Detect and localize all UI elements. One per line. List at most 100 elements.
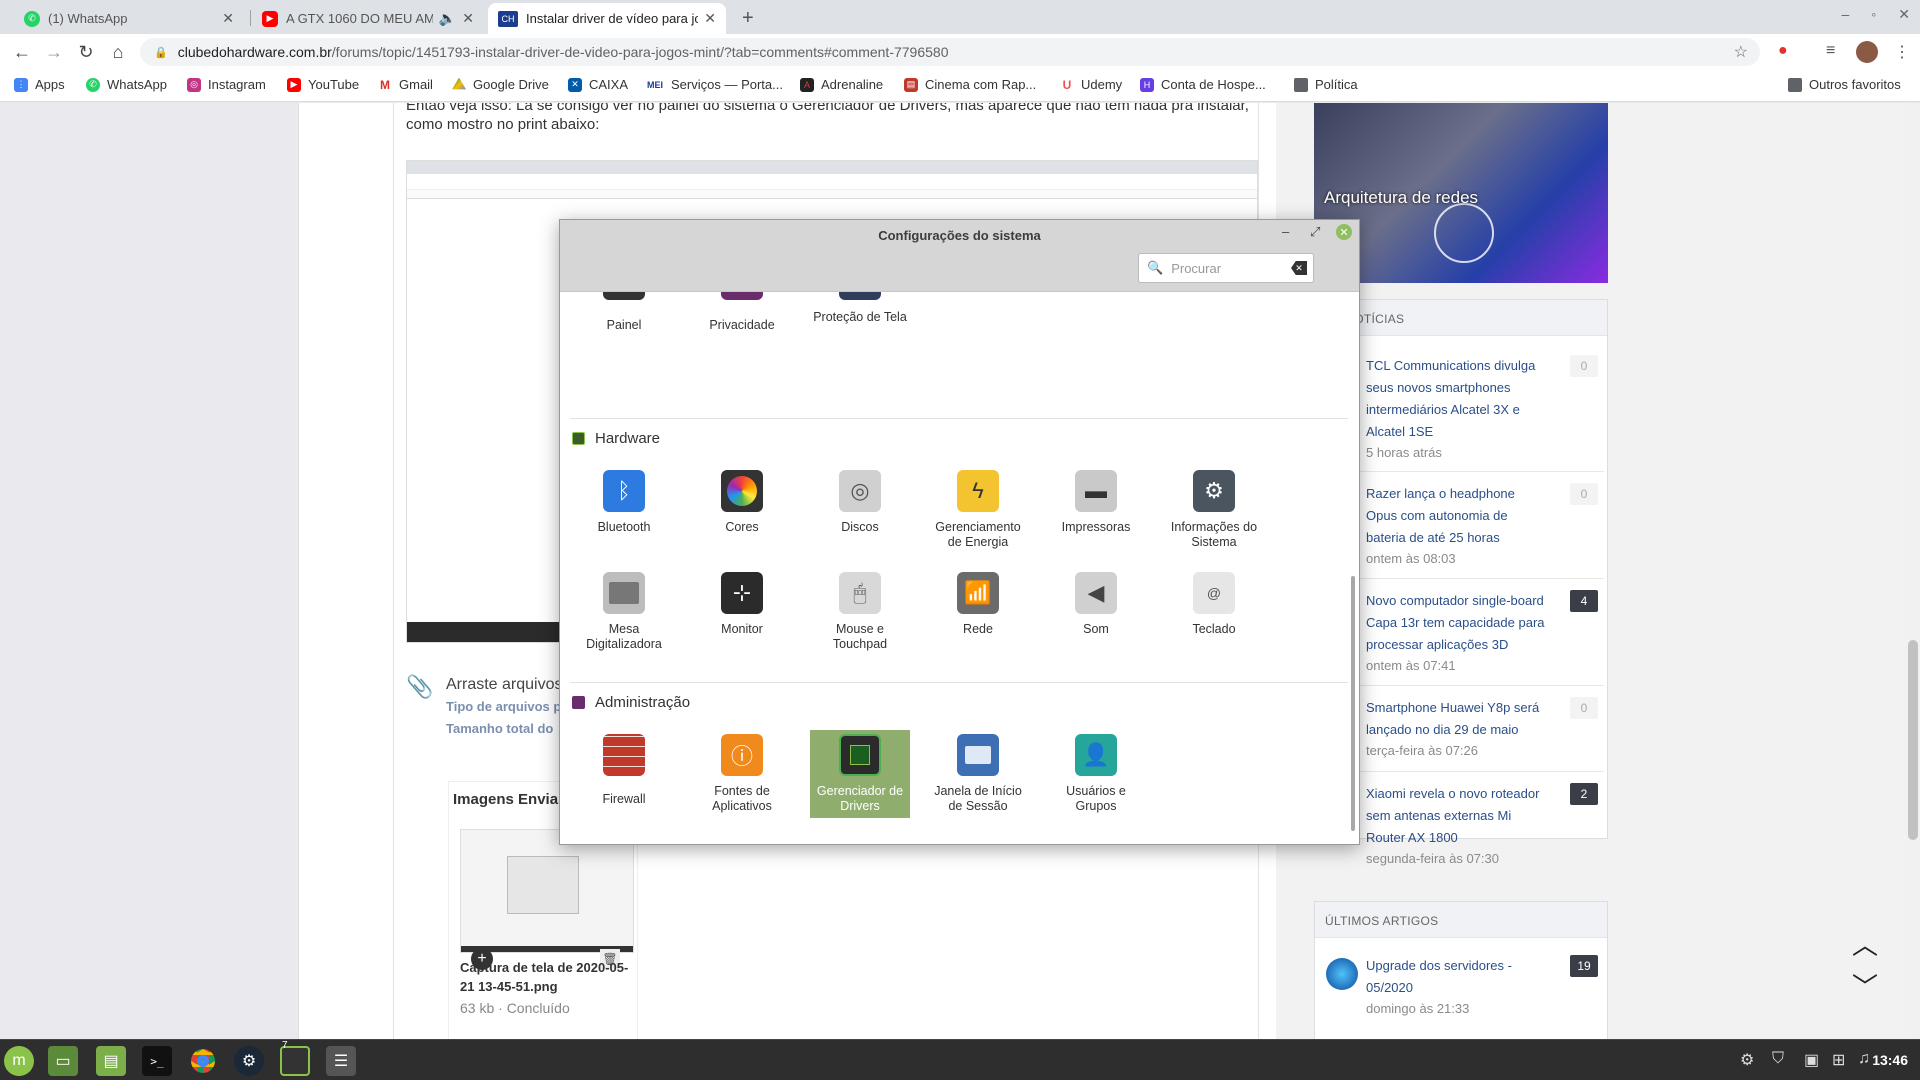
article-author-avatar[interactable] <box>1326 958 1358 990</box>
clock[interactable]: 13:46 <box>1872 1052 1908 1068</box>
news-item[interactable]: Xiaomi revela o novo roteador sem antena… <box>1366 783 1546 869</box>
whatsapp-icon: ✆ <box>24 10 40 27</box>
page-scrollbar[interactable] <box>1906 103 1920 1039</box>
settings-item-gerenciador-de-drivers[interactable]: Gerenciador de Drivers <box>810 730 910 818</box>
address-bar[interactable]: 🔒 clubedohardware.com.br/forums/topic/14… <box>140 38 1760 66</box>
bookmark-adrenaline[interactable]: A Adrenaline <box>800 77 883 92</box>
settings-item-rede[interactable]: 📶 Rede <box>928 572 1028 637</box>
back-icon[interactable]: ← <box>10 40 34 64</box>
mei-icon: MEI <box>646 77 664 92</box>
settings-item-mesa-digitalizadora[interactable]: Mesa Digitalizadora <box>574 572 674 652</box>
settings-item-impressoras[interactable]: ▬ Impressoras <box>1046 470 1146 535</box>
bookmark-apps[interactable]: ⋮ Apps <box>14 77 65 92</box>
avatar[interactable] <box>1856 41 1878 63</box>
bookmark-whatsapp[interactable]: ✆ WhatsApp <box>86 77 167 92</box>
scroll-bottom-icon[interactable]: ﹀ <box>1852 967 1878 1004</box>
news-item[interactable]: Razer lança o headphone Opus com autonom… <box>1366 483 1546 569</box>
close-icon[interactable]: ✕ <box>222 10 234 27</box>
menu-icon[interactable]: ⋮ <box>1894 42 1910 62</box>
news-item[interactable]: TCL Communications divulga seus novos sm… <box>1366 355 1546 463</box>
news-item[interactable]: Novo computador single-board Capa 13r te… <box>1366 590 1546 676</box>
minimize-icon[interactable]: – <box>1282 224 1289 239</box>
close-icon[interactable]: ✕ <box>1898 6 1910 23</box>
bookmark-servicos[interactable]: MEI Serviços — Porta... <box>646 77 783 92</box>
uploaded-file-meta: 63 kb · Concluído <box>460 1000 570 1016</box>
bookmark-cinema[interactable]: ▤ Cinema com Rap... <box>904 77 1036 92</box>
clapperboard-icon: ▤ <box>904 77 918 92</box>
speaker-icon[interactable]: 🔈 <box>439 10 456 27</box>
forward-icon[interactable]: → <box>42 40 66 64</box>
settings-item-monitor[interactable]: ⊹ Monitor <box>692 572 792 637</box>
tab-youtube[interactable]: ▶ A GTX 1060 DO MEU AMIGO 🔈 ✕ <box>252 3 484 34</box>
comment-count: 4 <box>1570 590 1598 612</box>
search-input[interactable]: 🔍 Procurar ✕ <box>1138 253 1314 283</box>
bookmark-google-drive[interactable]: Google Drive <box>452 77 549 92</box>
steam-icon[interactable]: ⚙ <box>234 1046 264 1076</box>
shield-icon[interactable]: ⛉ <box>1772 1050 1784 1068</box>
network-tray-icon[interactable]: ⊞ <box>1832 1050 1845 1070</box>
system-settings-task-icon[interactable]: ☰ <box>326 1046 356 1076</box>
settings-item-painel[interactable]: Painel <box>574 310 674 333</box>
settings-item-discos[interactable]: ◎ Discos <box>810 470 910 535</box>
minimize-icon[interactable]: – <box>1842 6 1850 23</box>
close-icon[interactable]: ✕ <box>462 10 474 27</box>
terminal-icon[interactable]: >_ <box>142 1046 172 1076</box>
maximize-icon[interactable]: ◦ <box>1871 6 1876 23</box>
home-icon[interactable]: ⌂ <box>106 40 130 64</box>
tab-whatsapp[interactable]: ✆ (1) WhatsApp ✕ <box>14 3 244 34</box>
section-hardware: Hardware <box>572 430 660 447</box>
vpn-icon[interactable]: ▣ <box>1804 1050 1819 1070</box>
bookmark-conta-hospedagem[interactable]: H Conta de Hospe... <box>1140 77 1266 92</box>
news-item[interactable]: Smartphone Huawei Y8p será lançado no di… <box>1366 697 1546 761</box>
show-desktop-icon[interactable]: ▭ <box>48 1046 78 1076</box>
music-icon[interactable]: ♫ <box>1858 1050 1870 1068</box>
settings-item-firewall[interactable]: Firewall <box>574 734 674 807</box>
browser-toolbar: ← → ↻ ⌂ 🔒 clubedohardware.com.br/forums/… <box>0 34 1920 70</box>
bookmark-politica[interactable]: Política <box>1294 77 1358 92</box>
clear-icon[interactable]: ✕ <box>1291 261 1307 275</box>
settings-item-teclado[interactable]: @ Teclado <box>1164 572 1264 637</box>
maximize-icon[interactable]: ⤢ <box>1310 224 1320 240</box>
lock-icon: 🔒 <box>154 46 168 59</box>
bookmark-caixa[interactable]: ✕ CAIXA <box>568 77 628 92</box>
settings-item-cores[interactable]: Cores <box>692 470 792 535</box>
scroll-top-icon[interactable]: ︿ <box>1852 925 1878 962</box>
settings-item-protecao-de-tela[interactable]: Proteção de Tela <box>810 302 910 325</box>
reload-icon[interactable]: ↻ <box>74 40 98 64</box>
new-tab-button[interactable]: + <box>732 3 762 34</box>
files-icon[interactable]: ▤ <box>96 1046 126 1076</box>
mint-menu-icon[interactable]: m <box>4 1046 34 1076</box>
bluetooth-icon: ᛒ <box>603 470 645 512</box>
bookmarks-bar: ⋮ Apps ✆ WhatsApp ◎ Instagram ▶ YouTube M Gma… <box>0 70 1920 102</box>
system-info-icon: ⚙ <box>1193 470 1235 512</box>
network-icon: 📶 <box>957 572 999 614</box>
uploaded-image-thumbnail[interactable] <box>460 829 634 953</box>
bookmark-instagram[interactable]: ◎ Instagram <box>187 77 266 92</box>
settings-item-fontes-de-aplicativos[interactable]: ⓘ Fontes de Aplicativos <box>692 734 792 814</box>
settings-item-mouse-e-touchpad[interactable]: 🖱 Mouse e Touchpad <box>810 572 910 652</box>
bookmark-gmail[interactable]: M Gmail <box>378 77 433 92</box>
extension-icon[interactable]: ● <box>1778 42 1788 60</box>
settings-item-janela-de-inicio-de-sessao[interactable]: Janela de Início de Sessão <box>928 734 1028 814</box>
settings-item-usuarios-e-grupos[interactable]: 👤 Usuários e Grupos <box>1046 734 1146 814</box>
close-icon[interactable]: ✕ <box>704 10 716 27</box>
comment-count: 0 <box>1570 355 1598 377</box>
bookmark-outros-favoritos[interactable]: Outros favoritos <box>1788 77 1901 92</box>
article-item[interactable]: Upgrade dos servidores - 05/2020 domingo… <box>1366 955 1546 1019</box>
bookmark-star-icon[interactable]: ☆ <box>1734 42 1748 62</box>
close-icon[interactable]: ✕ <box>1336 224 1352 240</box>
dialog-scrollbar[interactable] <box>1351 576 1355 831</box>
bookmark-udemy[interactable]: U Udemy <box>1060 77 1122 92</box>
settings-item-gerenciamento-de-energia[interactable]: ϟ Gerenciamento de Energia <box>928 470 1028 550</box>
system-monitor-icon[interactable]: 7 <box>280 1040 310 1076</box>
dialog-titlebar[interactable]: Configurações do sistema – ⤢ ✕ 🔍 Procura… <box>560 220 1359 292</box>
settings-item-bluetooth[interactable]: ᛒ Bluetooth <box>574 470 674 535</box>
settings-item-informacoes-do-sistema[interactable]: ⚙ Informações do Sistema <box>1164 470 1264 550</box>
chrome-icon[interactable] <box>188 1046 218 1076</box>
settings-item-privacidade[interactable]: Privacidade <box>692 310 792 333</box>
media-control-icon[interactable]: ≡ <box>1826 42 1835 60</box>
bookmark-youtube[interactable]: ▶ YouTube <box>287 77 359 92</box>
settings-item-som[interactable]: ◀ Som <box>1046 572 1146 637</box>
steam-tray-icon[interactable]: ⚙ <box>1740 1050 1754 1070</box>
tab-clube-do-hardware[interactable]: CH Instalar driver de vídeo para jogos ✕ <box>488 3 726 34</box>
